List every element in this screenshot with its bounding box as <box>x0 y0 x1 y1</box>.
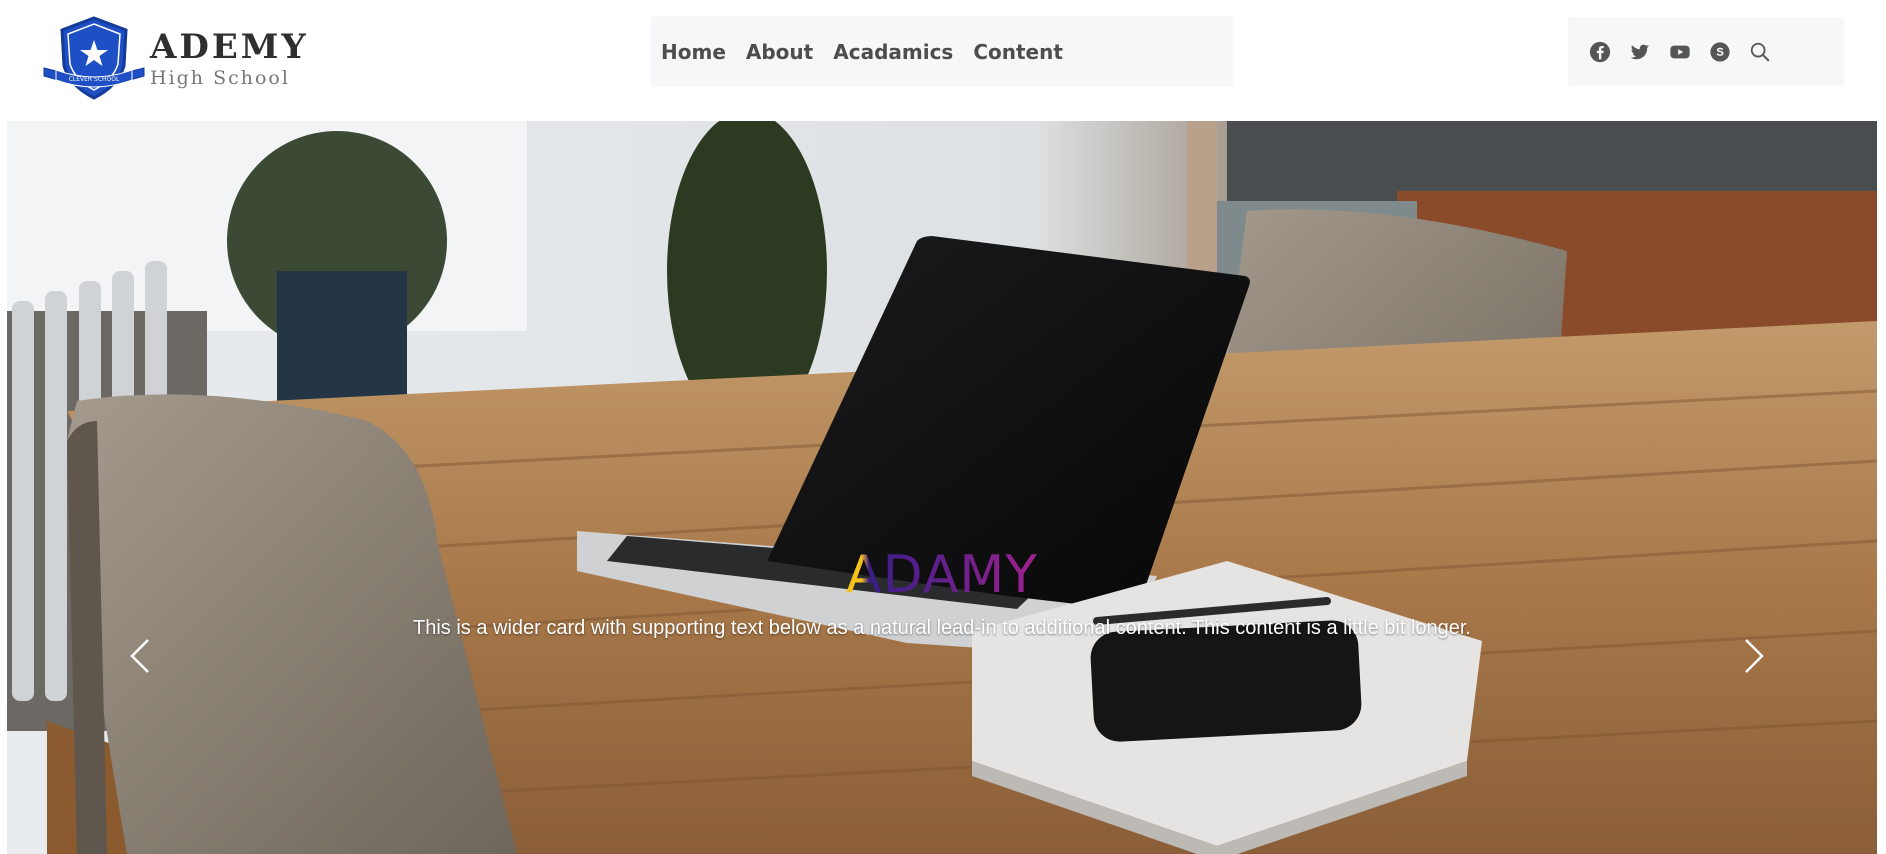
carousel-prev-button[interactable] <box>120 626 160 686</box>
brand-logo[interactable]: CLEVER SCHOOL ADEMY High School <box>38 14 338 104</box>
nav-item-home[interactable]: Home <box>661 40 726 64</box>
hero-text: This is a wider card with supporting tex… <box>413 617 1471 639</box>
main-nav: Home About Acadamics Content <box>651 16 1233 87</box>
twitter-icon[interactable] <box>1628 40 1652 64</box>
youtube-icon[interactable] <box>1668 40 1692 64</box>
brand-name: ADEMY <box>150 27 309 67</box>
social-links <box>1568 17 1844 86</box>
search-icon[interactable] <box>1748 40 1772 64</box>
chevron-right-icon <box>1745 639 1764 673</box>
hero-background-image <box>7 121 1877 854</box>
facebook-icon[interactable] <box>1588 40 1612 64</box>
nav-item-about[interactable]: About <box>746 40 813 64</box>
nav-item-acadamics[interactable]: Acadamics <box>833 40 953 64</box>
hero-title: ADAMY <box>846 545 1038 605</box>
site-header: CLEVER SCHOOL ADEMY High School Home Abo… <box>0 0 1886 120</box>
brand-subtitle: High School <box>150 67 290 89</box>
hero-carousel: ADAMY This is a wider card with supporti… <box>7 121 1877 854</box>
chevron-left-icon <box>130 639 149 673</box>
school-crest-icon: CLEVER SCHOOL <box>43 16 145 100</box>
skype-icon[interactable] <box>1708 40 1732 64</box>
crest-banner-text: CLEVER SCHOOL <box>69 76 120 83</box>
hero-caption: ADAMY This is a wider card with supporti… <box>7 545 1877 640</box>
nav-item-content[interactable]: Content <box>973 40 1063 64</box>
carousel-next-button[interactable] <box>1734 626 1774 686</box>
